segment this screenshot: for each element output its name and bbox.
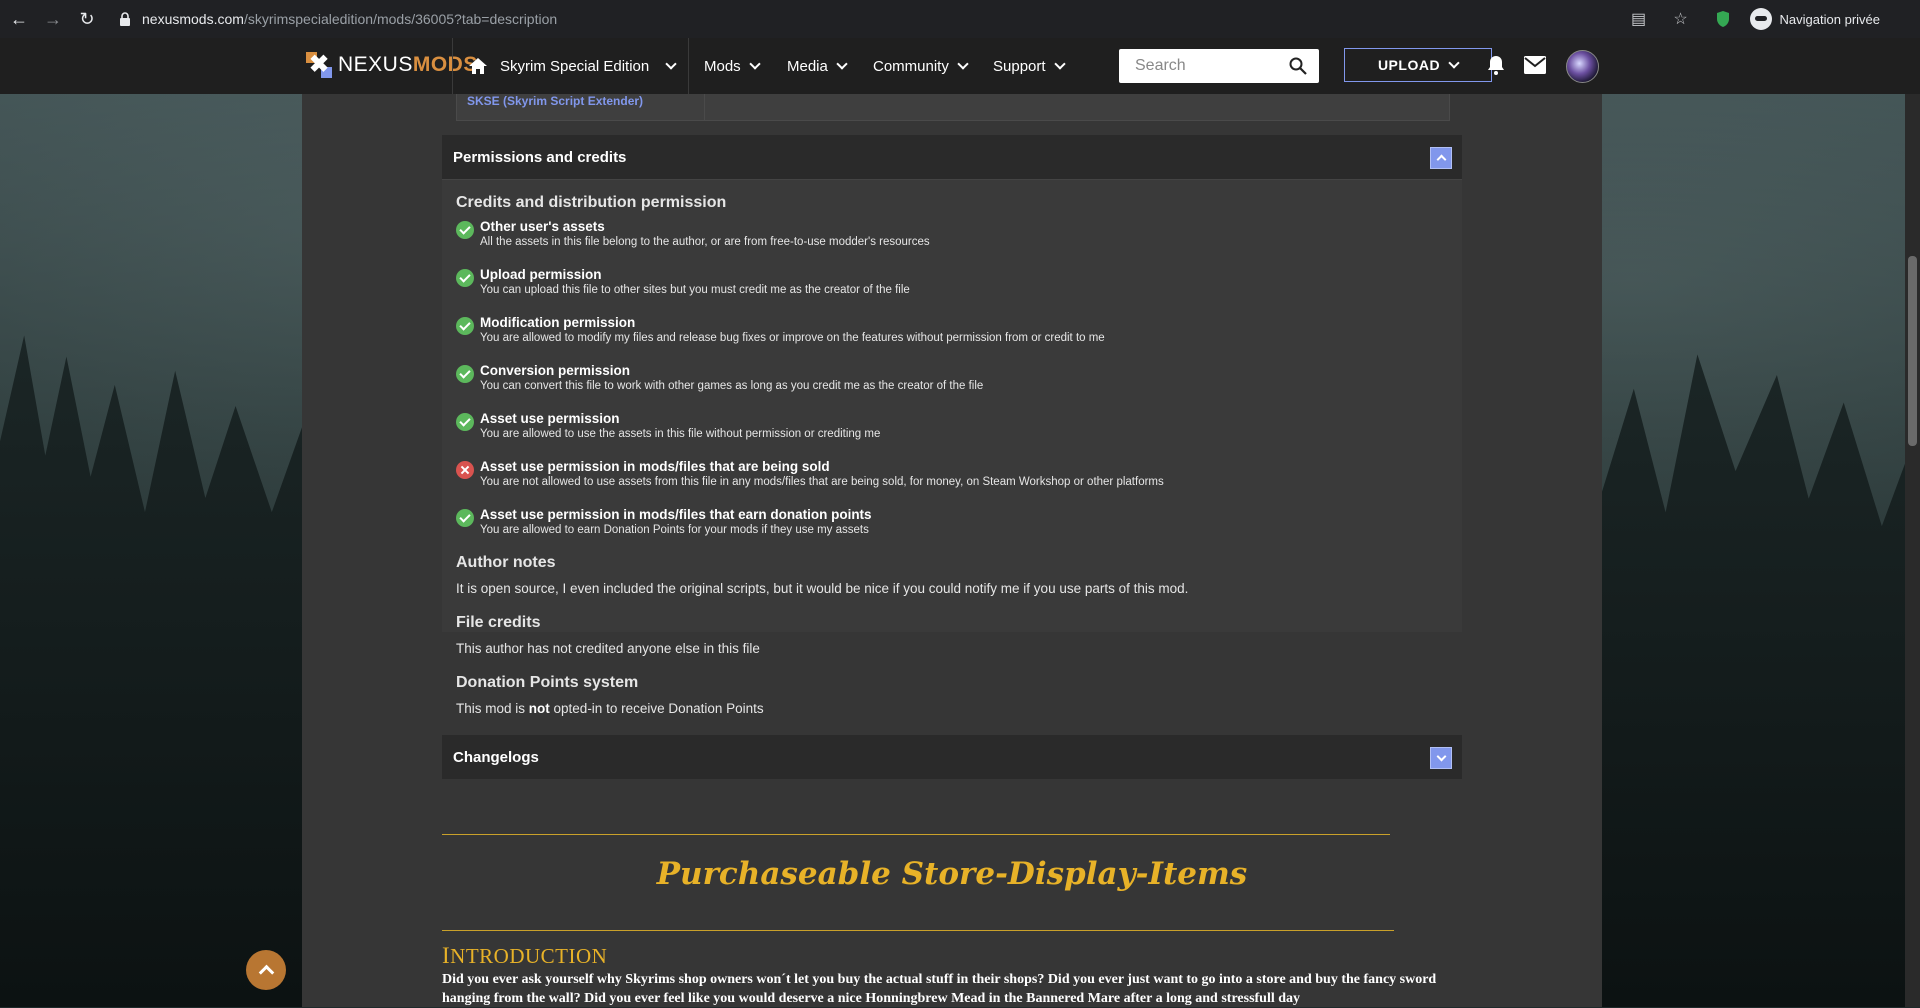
- chevron-down-icon: [957, 58, 969, 70]
- back-to-top-button[interactable]: [246, 950, 286, 990]
- divider: [442, 834, 1390, 835]
- incognito-icon: [1749, 8, 1772, 30]
- browser-toolbar: ← → ↻ nexusmods.com/skyrimspecialedition…: [0, 0, 1920, 38]
- permission-desc: You are not allowed to use assets from t…: [480, 476, 1164, 488]
- url-host: nexusmods.com: [142, 11, 244, 27]
- permission-desc: You can upload this file to other sites …: [480, 284, 910, 296]
- game-label: Skyrim Special Edition: [500, 57, 650, 75]
- messages-mail-icon[interactable]: [1524, 56, 1546, 74]
- search-box[interactable]: [1119, 49, 1319, 83]
- expand-icon[interactable]: [1430, 747, 1452, 769]
- chevron-down-icon: [749, 58, 761, 70]
- changelogs-panel-header[interactable]: Changelogs: [442, 735, 1462, 779]
- allowed-check-icon: [456, 509, 474, 527]
- credits-heading: Credits and distribution permission: [456, 194, 727, 211]
- permission-title: Other user's assets: [480, 219, 605, 234]
- allowed-check-icon: [456, 317, 474, 335]
- profile-label: Navigation privée: [1779, 11, 1880, 27]
- search-icon[interactable]: [1289, 57, 1307, 75]
- game-selector[interactable]: Skyrim Special Edition: [468, 38, 677, 94]
- author-notes-heading: Author notes: [456, 554, 556, 571]
- file-credits-text: This author has not credited anyone else…: [456, 641, 760, 656]
- home-icon: [469, 58, 487, 74]
- denied-cross-icon: [456, 461, 474, 479]
- nav-media[interactable]: Media: [787, 38, 848, 94]
- url-path: /skyrimspecialedition/mods/36005?tab=des…: [243, 11, 558, 27]
- translate-icon[interactable]: ▤: [1628, 8, 1650, 30]
- donation-heading: Donation Points system: [456, 674, 639, 691]
- permissions-panel-header[interactable]: Permissions and credits: [442, 135, 1462, 180]
- permission-title: Upload permission: [480, 267, 602, 282]
- chevron-down-icon: [1053, 58, 1066, 70]
- divider: [442, 930, 1394, 931]
- description-text: Did you ever ask yourself why Skyrims sh…: [442, 972, 1437, 1006]
- description-title: Purchaseable Store-Display-Items: [656, 856, 1248, 892]
- extension-shield-icon[interactable]: [1712, 8, 1734, 30]
- permission-title: Modification permission: [480, 315, 636, 330]
- star-icon[interactable]: ☆: [1670, 8, 1692, 30]
- introduction-heading: INTRODUCTION: [442, 943, 608, 968]
- allowed-check-icon: [456, 413, 474, 431]
- permission-desc: You are allowed to earn Donation Points …: [480, 524, 869, 536]
- collapse-icon[interactable]: [1430, 147, 1452, 169]
- permission-title: Asset use permission in mods/files that …: [480, 507, 872, 522]
- permission-desc: You can convert this file to work with o…: [480, 380, 984, 392]
- permissions-panel: Permissions and credits Credits and dist…: [442, 135, 1462, 632]
- lock-icon: [120, 12, 130, 26]
- chevron-down-icon: [665, 58, 677, 70]
- address-bar[interactable]: nexusmods.com/skyrimspecialedition/mods/…: [106, 4, 1646, 34]
- chevron-down-icon: [836, 58, 848, 70]
- author-notes-text: It is open source, I even included the o…: [456, 581, 1189, 596]
- search-input[interactable]: [1133, 56, 1287, 76]
- permission-desc: You are allowed to modify my files and r…: [480, 332, 1105, 344]
- nav-community[interactable]: Community: [873, 38, 969, 94]
- nav-mods[interactable]: Mods: [704, 38, 761, 94]
- profile-private[interactable]: Navigation privée: [1749, 8, 1880, 30]
- forward-icon[interactable]: →: [38, 4, 68, 34]
- permission-desc: You are allowed to use the assets in thi…: [480, 428, 881, 440]
- chevron-down-icon: [1448, 57, 1460, 69]
- file-credits-heading: File credits: [456, 614, 541, 631]
- allowed-check-icon: [456, 221, 474, 239]
- logo-text-nexus: NEXUS: [338, 53, 413, 76]
- back-icon[interactable]: ←: [4, 4, 34, 34]
- allowed-check-icon: [456, 269, 474, 287]
- permission-title: Asset use permission in mods/files that …: [480, 459, 830, 474]
- donation-text: This mod is not opted-in to receive Dona…: [456, 701, 764, 716]
- panel-title: Changelogs: [453, 749, 539, 766]
- logo-icon: ✖: [306, 52, 332, 78]
- upload-button[interactable]: UPLOAD: [1344, 48, 1492, 82]
- allowed-check-icon: [456, 365, 474, 383]
- requirement-link[interactable]: SKSE (Skyrim Script Extender): [467, 94, 643, 108]
- scrollbar-thumb[interactable]: [1908, 256, 1917, 446]
- panel-title: Permissions and credits: [453, 149, 627, 166]
- permission-title: Conversion permission: [480, 363, 631, 378]
- reload-icon[interactable]: ↻: [72, 4, 102, 34]
- permission-title: Asset use permission: [480, 411, 620, 426]
- permission-desc: All the assets in this file belong to th…: [480, 236, 930, 248]
- nav-support[interactable]: Support: [993, 38, 1066, 94]
- user-avatar[interactable]: [1566, 50, 1599, 83]
- notifications-bell-icon[interactable]: [1486, 54, 1506, 76]
- permissions-panel-body: Credits and distribution permission Othe…: [442, 180, 1462, 632]
- site-header: ✖ NEXUS MODS Skyrim Special Edition Mods …: [0, 38, 1920, 94]
- page-scrollbar[interactable]: [1905, 38, 1920, 1007]
